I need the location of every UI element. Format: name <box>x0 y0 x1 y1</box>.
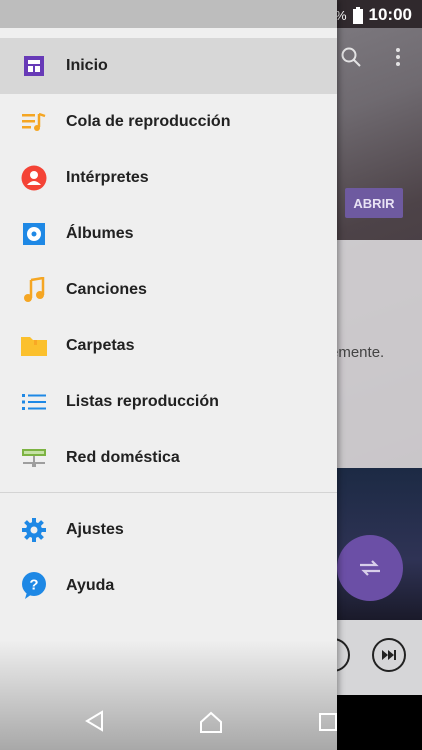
help-icon: ? <box>20 572 48 600</box>
drawer-status-bar <box>0 0 337 28</box>
next-track-button[interactable] <box>372 638 406 672</box>
shuffle-icon <box>360 560 380 576</box>
drawer-item-red[interactable]: Red doméstica <box>0 430 337 486</box>
navigation-drawer: Inicio Cola de reproducción Intérpretes … <box>0 0 337 750</box>
artist-icon <box>20 164 48 192</box>
drawer-item-label: Carpetas <box>66 337 135 354</box>
drawer-item-label: Álbumes <box>66 225 134 242</box>
partial-background-text: emente. <box>330 344 385 361</box>
drawer-item-label: Ayuda <box>66 577 115 594</box>
drawer-item-label: Listas reproducción <box>66 393 219 410</box>
drawer-item-ayuda[interactable]: ? Ayuda <box>0 558 337 614</box>
drawer-item-label: Red doméstica <box>66 449 180 466</box>
clock: 10:00 <box>368 5 412 24</box>
list-icon <box>20 388 48 416</box>
album-icon <box>20 220 48 248</box>
gear-icon <box>20 516 48 544</box>
svg-text:?: ? <box>29 577 38 594</box>
battery-icon <box>352 6 363 24</box>
drawer-item-ajustes[interactable]: Ajustes <box>0 502 337 558</box>
drawer-item-cola[interactable]: Cola de reproducción <box>0 94 337 150</box>
drawer-item-label: Inicio <box>66 57 108 74</box>
drawer-item-label: Ajustes <box>66 521 124 538</box>
drawer-divider <box>0 492 337 493</box>
app-toolbar-icons <box>340 46 402 68</box>
drawer-item-label: Intérpretes <box>66 169 149 186</box>
network-icon <box>20 444 48 472</box>
home-icon <box>20 52 48 80</box>
folder-icon <box>20 332 48 360</box>
shuffle-fab[interactable] <box>337 535 403 601</box>
drawer-item-interpretes[interactable]: Intérpretes <box>0 150 337 206</box>
open-button[interactable]: ABRIR <box>345 188 403 218</box>
skip-next-icon <box>382 650 396 660</box>
drawer-item-label: Cola de reproducción <box>66 113 231 130</box>
drawer-item-inicio[interactable]: Inicio <box>0 38 337 94</box>
home-nav-icon[interactable] <box>199 711 223 733</box>
queue-icon <box>20 108 48 136</box>
search-icon[interactable] <box>340 46 362 68</box>
drawer-bottom-fade <box>0 640 337 750</box>
recent-apps-icon[interactable] <box>319 713 337 731</box>
drawer-item-listas[interactable]: Listas reproducción <box>0 374 337 430</box>
drawer-item-label: Canciones <box>66 281 147 298</box>
drawer-item-carpetas[interactable]: Carpetas <box>0 318 337 374</box>
drawer-item-albumes[interactable]: Álbumes <box>0 206 337 262</box>
drawer-item-canciones[interactable]: Canciones <box>0 262 337 318</box>
back-icon[interactable] <box>84 710 104 732</box>
music-note-icon <box>20 276 48 304</box>
more-options-icon[interactable] <box>394 46 402 68</box>
